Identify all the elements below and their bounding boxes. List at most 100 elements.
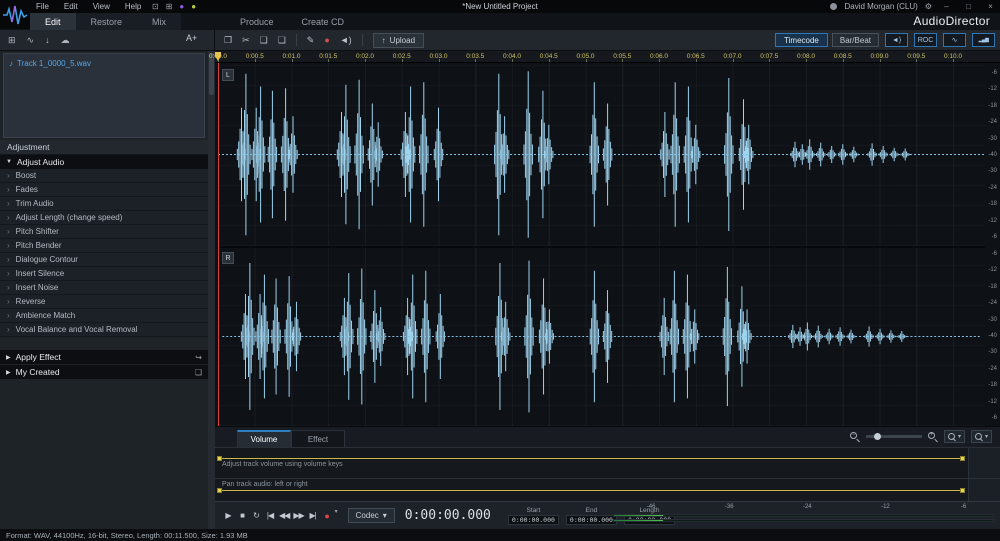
curved-arrow-icon[interactable]: ↪ — [195, 353, 202, 362]
field-start: Start0:00:00.000 — [508, 507, 559, 525]
pan-lane[interactable]: Pan track audio: left or right — [215, 478, 1000, 501]
upload-button[interactable]: ↑ Upload — [373, 33, 424, 48]
pan-keyframe-start[interactable] — [217, 488, 222, 493]
waveform-view-icon[interactable]: ∿ — [27, 35, 35, 46]
record-toolbar-icon[interactable]: ● — [324, 35, 329, 45]
adjust-item-insert-silence[interactable]: ›Insert Silence — [0, 267, 208, 281]
import-media-icon[interactable]: ⊞ — [8, 35, 16, 46]
meter-tick-label: -36 — [725, 504, 734, 510]
download-icon[interactable]: ↓ — [45, 35, 50, 45]
channel-right[interactable]: R — [218, 246, 985, 425]
go-start-button[interactable]: |◀ — [263, 508, 277, 523]
status-dot-icon: ● — [191, 2, 196, 11]
new-preset-icon[interactable]: ❏ — [195, 368, 202, 377]
text-to-speech-button[interactable]: A+ — [186, 33, 197, 43]
zoom-fit-button[interactable]: ▾ — [971, 430, 992, 443]
go-end-button[interactable]: ▶| — [306, 508, 320, 523]
titlebar-right: David Morgan (CLU) ⚙ – □ × — [830, 0, 998, 13]
menu-edit[interactable]: Edit — [64, 2, 78, 11]
section-adjust-audio[interactable]: ▼ Adjust Audio — [0, 155, 208, 169]
channel-left-badge: L — [222, 69, 234, 81]
maximize-button[interactable]: □ — [961, 2, 976, 11]
left-panel-scrollbar[interactable] — [208, 51, 215, 529]
adjust-item-adjust-length-change-speed-[interactable]: ›Adjust Length (change speed) — [0, 211, 208, 225]
ruler-label: 0:05.0 — [576, 53, 594, 60]
triangle-down-icon: ▼ — [6, 159, 12, 165]
open-icon[interactable]: ❐ — [224, 35, 232, 46]
cloud-icon[interactable]: ☁ — [61, 35, 70, 46]
library-track-item[interactable]: ♪ Track 1_0000_5.wav — [4, 56, 204, 70]
screen-icon[interactable]: ⊡ — [152, 2, 159, 11]
tab-produce[interactable]: Produce — [240, 13, 274, 30]
adjust-item-reverse[interactable]: ›Reverse — [0, 295, 208, 309]
adjust-item-label: Boost — [16, 171, 36, 180]
timecode-button[interactable]: Timecode — [775, 33, 828, 47]
tab-volume[interactable]: Volume — [237, 430, 291, 447]
pan-keyframe-line[interactable] — [219, 490, 962, 491]
monitor-speaker-button[interactable]: ◄) — [885, 33, 908, 47]
zoom-region-button[interactable]: ▾ — [944, 430, 965, 443]
field-value[interactable]: 0:00:00.000 — [566, 515, 617, 525]
adjust-item-trim-audio[interactable]: ›Trim Audio — [0, 197, 208, 211]
settings-gear-icon[interactable]: ⚙ — [925, 2, 932, 11]
section-my-created[interactable]: ▶ My Created ❏ — [0, 365, 208, 379]
adjust-item-dialogue-contour[interactable]: ›Dialogue Contour — [0, 253, 208, 267]
adjust-item-fades[interactable]: ›Fades — [0, 183, 208, 197]
volume-keyframe-start[interactable] — [217, 456, 222, 461]
loop-button[interactable]: ↻ — [249, 508, 263, 523]
spectrum-toggle-button[interactable]: ▂▄▆ — [972, 33, 995, 47]
zoom-slider[interactable] — [866, 435, 922, 438]
fast-forward-button[interactable]: ▶▶ — [291, 508, 305, 523]
codec-dropdown-icon[interactable]: ▾ — [383, 511, 387, 520]
edit-pencil-icon[interactable]: ✎ — [307, 35, 315, 46]
volume-keyframe-line[interactable] — [219, 458, 962, 459]
cut-icon[interactable]: ✂ — [242, 35, 250, 46]
menu-help[interactable]: Help — [125, 2, 141, 11]
tab-effect[interactable]: Effect — [291, 430, 345, 447]
menu-file[interactable]: File — [36, 2, 49, 11]
rewind-button[interactable]: ◀◀ — [277, 508, 291, 523]
section-apply-effect[interactable]: ▶ Apply Effect ↪ — [0, 350, 208, 364]
paste-icon[interactable]: ❏ — [278, 35, 286, 46]
record-dropdown-icon[interactable]: ▾ — [335, 508, 338, 523]
stop-button[interactable]: ■ — [235, 508, 249, 523]
level-meter: -46-36-24-12-6 — [613, 504, 994, 528]
speaker-icon[interactable]: ◄) — [340, 35, 352, 45]
grid-icon[interactable]: ⊞ — [166, 2, 173, 11]
theme-icon[interactable]: ● — [179, 2, 184, 11]
adjust-item-boost[interactable]: ›Boost — [0, 169, 208, 183]
bar-beat-button[interactable]: Bar/Beat — [832, 33, 879, 47]
tab-create-cd[interactable]: Create CD — [302, 13, 345, 30]
zoom-in-icon[interactable]: + — [928, 432, 938, 442]
codec-button[interactable]: Codec ▾ — [348, 508, 395, 523]
tab-restore[interactable]: Restore — [76, 13, 138, 30]
record-button[interactable]: ● — [320, 508, 334, 523]
time-ruler[interactable]: 0:00.00:00.50:01.00:01.50:02.00:02.50:03… — [215, 51, 1000, 63]
volume-keyframe-end[interactable] — [960, 456, 965, 461]
adjust-item-pitch-shifter[interactable]: ›Pitch Shifter — [0, 225, 208, 239]
adjust-item-insert-noise[interactable]: ›Insert Noise — [0, 281, 208, 295]
channel-left[interactable]: L — [218, 65, 985, 244]
ruler-label: 0:01.0 — [282, 53, 300, 60]
field-value[interactable]: 0:00:00.000 — [508, 515, 559, 525]
waveform-toggle-button[interactable]: ∿ — [943, 33, 966, 47]
tab-edit[interactable]: Edit — [30, 13, 76, 30]
playhead-line[interactable] — [218, 63, 219, 426]
pan-keyframe-end[interactable] — [960, 488, 965, 493]
roc-button[interactable]: ROC — [914, 33, 937, 47]
zoom-slider-thumb[interactable] — [874, 433, 881, 440]
adjust-item-vocal-balance-and-vocal-removal[interactable]: ›Vocal Balance and Vocal Removal — [0, 323, 208, 337]
chevron-right-icon: › — [7, 213, 10, 222]
tab-group-left: EditRestoreMix — [30, 13, 181, 30]
adjust-item-pitch-bender[interactable]: ›Pitch Bender — [0, 239, 208, 253]
minimize-button[interactable]: – — [939, 2, 954, 11]
close-button[interactable]: × — [983, 2, 998, 11]
waveform-region[interactable]: L R -6-12-18-24-30-40-30-24-18-12-6 -6-1… — [215, 63, 1000, 426]
volume-lane[interactable]: Adjust track volume using volume keys — [215, 447, 1000, 478]
copy-icon[interactable]: ❑ — [260, 35, 268, 46]
adjust-item-ambience-match[interactable]: ›Ambience Match — [0, 309, 208, 323]
menu-view[interactable]: View — [93, 2, 110, 11]
zoom-out-icon[interactable]: − — [850, 432, 860, 442]
tab-mix[interactable]: Mix — [137, 13, 181, 30]
play-button[interactable]: ▶ — [221, 508, 235, 523]
